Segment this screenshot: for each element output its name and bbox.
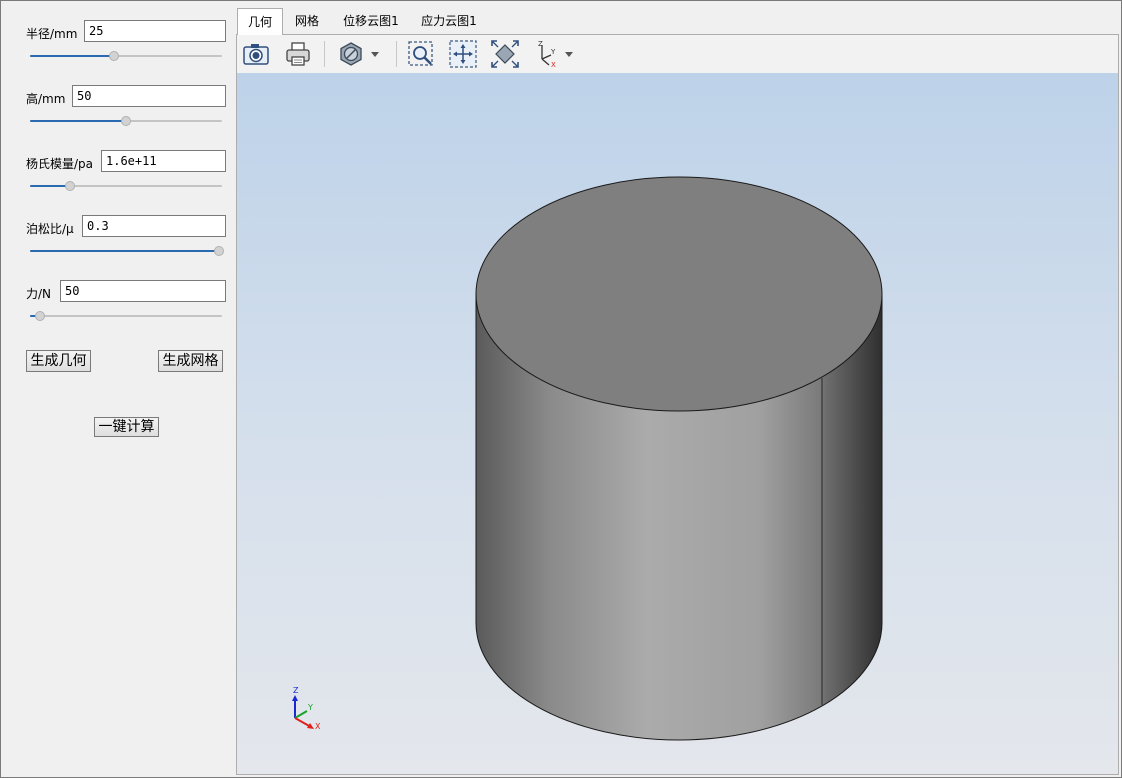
cylinder-model (475, 176, 883, 741)
display-mode-icon[interactable] (336, 39, 384, 69)
slider-handle[interactable] (214, 246, 224, 256)
height-label: 高/mm (26, 92, 66, 106)
svg-text:Z: Z (538, 40, 543, 48)
fit-all-icon[interactable] (490, 39, 520, 69)
compute-button[interactable]: 一键计算 (94, 417, 159, 437)
tab-mesh[interactable]: 网格 (287, 9, 327, 34)
axes-view-icon[interactable]: Z Y X (532, 39, 580, 69)
force-input[interactable]: 50 (60, 280, 226, 302)
viewer-pane: Z Y X Z Y X (236, 34, 1119, 775)
youngs-modulus-slider[interactable] (30, 179, 222, 193)
youngs-modulus-label: 杨氏模量/pa (26, 157, 94, 171)
slider-handle[interactable] (109, 51, 120, 61)
radius-label: 半径/mm (26, 27, 78, 41)
tab-displacement[interactable]: 位移云图1 (337, 9, 405, 34)
triad-y-label: Y (307, 703, 313, 712)
generate-mesh-button[interactable]: 生成网格 (158, 350, 223, 372)
parameter-panel: 半径/mm 25 高/mm 50 杨氏模量/pa 1.6e+11 泊松比/μ 0… (1, 1, 235, 777)
height-input[interactable]: 50 (72, 85, 226, 107)
slider-handle[interactable] (34, 311, 45, 321)
poisson-ratio-slider[interactable] (30, 244, 224, 258)
orientation-triad: Z Y X (292, 686, 321, 731)
chevron-down-icon (565, 52, 573, 57)
zoom-window-icon[interactable] (406, 39, 436, 69)
3d-viewport[interactable]: Z Y X (237, 73, 1118, 774)
viewer-toolbar: Z Y X (237, 35, 1118, 74)
youngs-modulus-input[interactable]: 1.6e+11 (101, 150, 226, 172)
camera-icon[interactable] (241, 39, 271, 69)
height-slider[interactable] (30, 114, 222, 128)
poisson-ratio-label: 泊松比/μ (26, 222, 74, 236)
tab-geometry[interactable]: 几何 (237, 8, 283, 35)
slider-handle[interactable] (65, 181, 76, 191)
tab-stress[interactable]: 应力云图1 (415, 9, 483, 34)
triad-x-label: X (315, 722, 321, 731)
force-slider[interactable] (30, 309, 222, 323)
svg-text:X: X (551, 61, 556, 69)
chevron-down-icon (371, 52, 379, 57)
printer-icon[interactable] (283, 39, 313, 69)
svg-text:Y: Y (550, 48, 556, 56)
toolbar-separator (324, 41, 325, 67)
radius-slider[interactable] (30, 49, 222, 63)
triad-z-label: Z (293, 686, 299, 695)
pan-icon[interactable] (448, 39, 478, 69)
app-window: 半径/mm 25 高/mm 50 杨氏模量/pa 1.6e+11 泊松比/μ 0… (0, 0, 1122, 778)
toolbar-separator (396, 41, 397, 67)
generate-geometry-button[interactable]: 生成几何 (26, 350, 91, 372)
radius-input[interactable]: 25 (84, 20, 226, 42)
force-label: 力/N (26, 287, 52, 301)
poisson-ratio-input[interactable]: 0.3 (82, 215, 226, 237)
slider-handle[interactable] (121, 116, 131, 126)
